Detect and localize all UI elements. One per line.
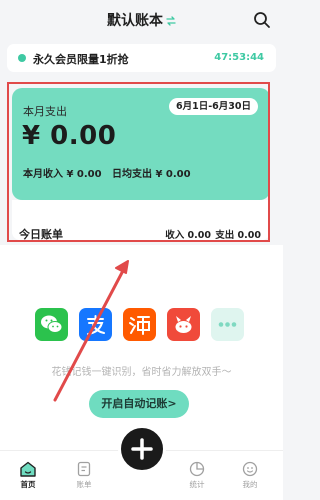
nav-stats-label: 统计: [189, 480, 205, 489]
search-icon[interactable]: [253, 11, 271, 29]
nav-stats[interactable]: 统计: [180, 461, 214, 490]
pie-chart-icon: [189, 461, 205, 477]
nav-home[interactable]: 首页: [11, 461, 45, 490]
promo-text: 永久会员限量1折抢: [33, 53, 129, 66]
wechat-icon[interactable]: [35, 308, 68, 341]
enable-auto-record-button[interactable]: 开启自动记账>: [89, 390, 189, 418]
nav-mine-label: 我的: [242, 480, 258, 489]
plus-icon: [131, 438, 153, 460]
user-icon: [242, 461, 258, 477]
nav-bill-label: 账单: [76, 480, 92, 489]
page-title: 默认账本: [107, 13, 163, 29]
home-icon: [20, 461, 36, 477]
more-icon[interactable]: [211, 308, 244, 341]
highlight-frame: [7, 82, 270, 242]
nav-home-label: 首页: [20, 480, 36, 489]
header: 默认账本: [0, 0, 283, 40]
nav-mine[interactable]: 我的: [233, 461, 267, 490]
promo-dot-icon: [18, 54, 26, 62]
jd-icon[interactable]: [167, 308, 200, 341]
vip-promo-banner[interactable]: 永久会员限量1折抢 47:53:44: [7, 44, 276, 72]
ledger-switcher[interactable]: 默认账本: [0, 10, 283, 30]
bill-icon: [77, 461, 91, 477]
auto-record-section: [0, 245, 283, 450]
auto-record-hint: 花钱记钱一键识别，省时省力解放双手～: [51, 367, 232, 378]
swap-icon: [166, 14, 176, 30]
alipay-icon[interactable]: [79, 308, 112, 341]
taobao-icon[interactable]: [123, 308, 156, 341]
nav-bill[interactable]: 账单: [67, 461, 101, 490]
add-record-button[interactable]: [118, 425, 166, 473]
promo-countdown: 47:53:44: [214, 52, 264, 63]
